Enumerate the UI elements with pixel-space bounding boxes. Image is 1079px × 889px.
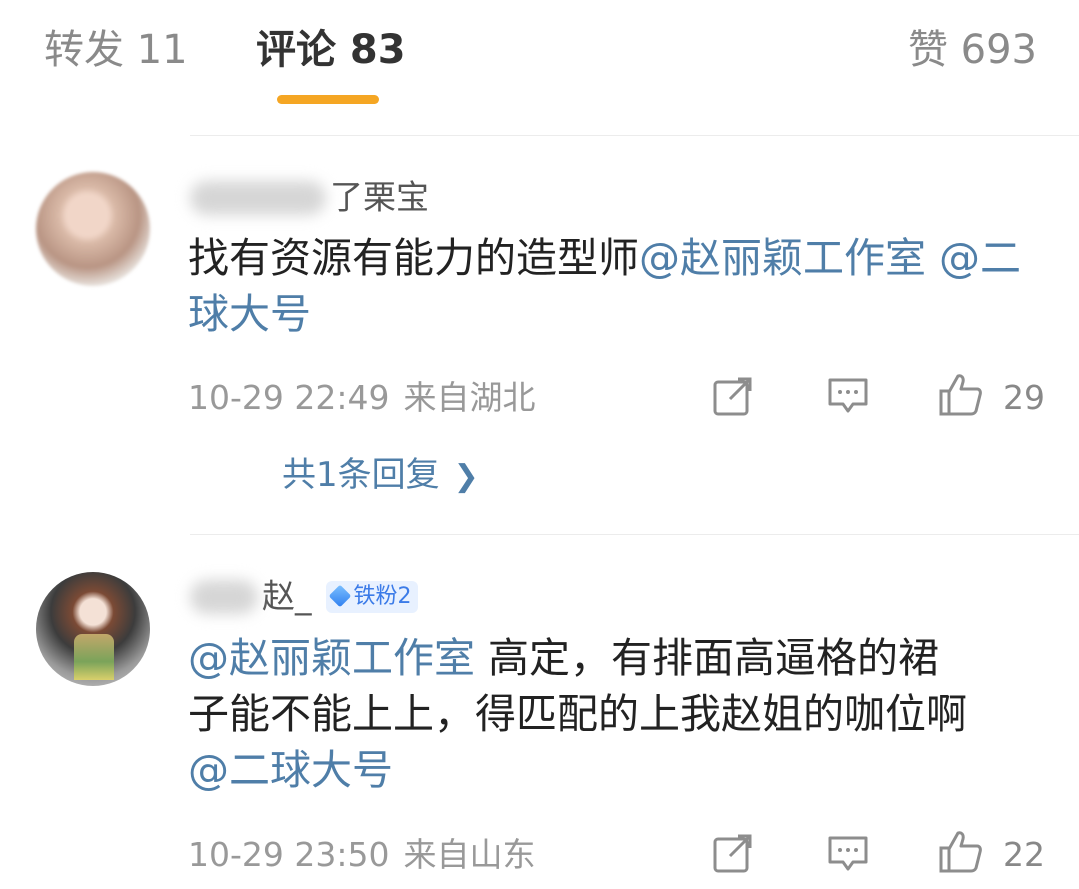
badge-label: 铁粉2 — [353, 583, 412, 609]
comment-text-part: 子能不能上上，得匹配的上我赵姐的咖位啊 — [188, 690, 967, 738]
fan-badge[interactable]: 铁粉2 — [325, 580, 418, 613]
tab-comments[interactable]: 评论 83 — [256, 22, 406, 78]
like-icon[interactable] — [938, 371, 984, 417]
avatar[interactable] — [36, 572, 150, 686]
comment-icon[interactable] — [826, 834, 870, 874]
comment-location: 来自山东 — [403, 835, 536, 874]
chevron-right-icon: ❯ — [453, 459, 479, 494]
like-icon[interactable] — [938, 828, 984, 874]
mention-link[interactable]: @赵丽颖工作室 — [639, 234, 926, 282]
comment-meta: 10-29 22:49 来自湖北 — [188, 376, 535, 420]
tab-reposts[interactable]: 转发 11 — [44, 22, 188, 78]
comment-text-part: 找有资源有能力的造型师 — [188, 234, 639, 282]
avatar[interactable] — [36, 172, 150, 286]
comment-divider — [190, 534, 1079, 535]
replies-label: 共1条回复 — [282, 455, 440, 495]
comment-meta: 10-29 23:50 来自山东 — [188, 833, 535, 877]
share-icon[interactable] — [712, 832, 754, 874]
active-tab-indicator — [277, 95, 379, 104]
username-text: 赵_ — [262, 576, 312, 616]
blurred-username — [190, 180, 326, 215]
tab-likes[interactable]: 赞 693 — [908, 22, 1037, 78]
header-divider — [190, 135, 1079, 136]
comment-username[interactable]: 赵_ 铁粉2 — [190, 573, 418, 619]
username-text: 了栗宝 — [330, 177, 429, 217]
comment-icon[interactable] — [826, 376, 870, 416]
comment-tabs: 转发 11 评论 83 赞 693 — [0, 0, 1079, 112]
comment-location: 来自湖北 — [403, 378, 536, 417]
comment-time: 10-29 23:50 — [188, 835, 390, 874]
comment-username[interactable]: 了栗宝 — [190, 174, 429, 220]
comment-text: @赵丽颖工作室 高定，有排面高逼格的裙 子能不能上上，得匹配的上我赵姐的咖位啊 … — [188, 630, 1048, 798]
comment-text-part: 高定，有排面高逼格的裙 — [475, 634, 940, 682]
like-count: 29 — [1003, 378, 1045, 417]
mention-link[interactable]: @赵丽颖工作室 — [188, 634, 475, 682]
comment-text: 找有资源有能力的造型师@赵丽颖工作室 @二球大号 — [188, 230, 1048, 342]
mention-link[interactable]: @二球大号 — [188, 746, 393, 794]
blurred-username — [190, 579, 258, 614]
diamond-icon — [328, 584, 351, 607]
like-count: 22 — [1003, 835, 1045, 874]
comment-time: 10-29 22:49 — [188, 378, 390, 417]
view-replies-link[interactable]: 共1条回复 ❯ — [282, 452, 479, 500]
share-icon[interactable] — [712, 375, 754, 417]
